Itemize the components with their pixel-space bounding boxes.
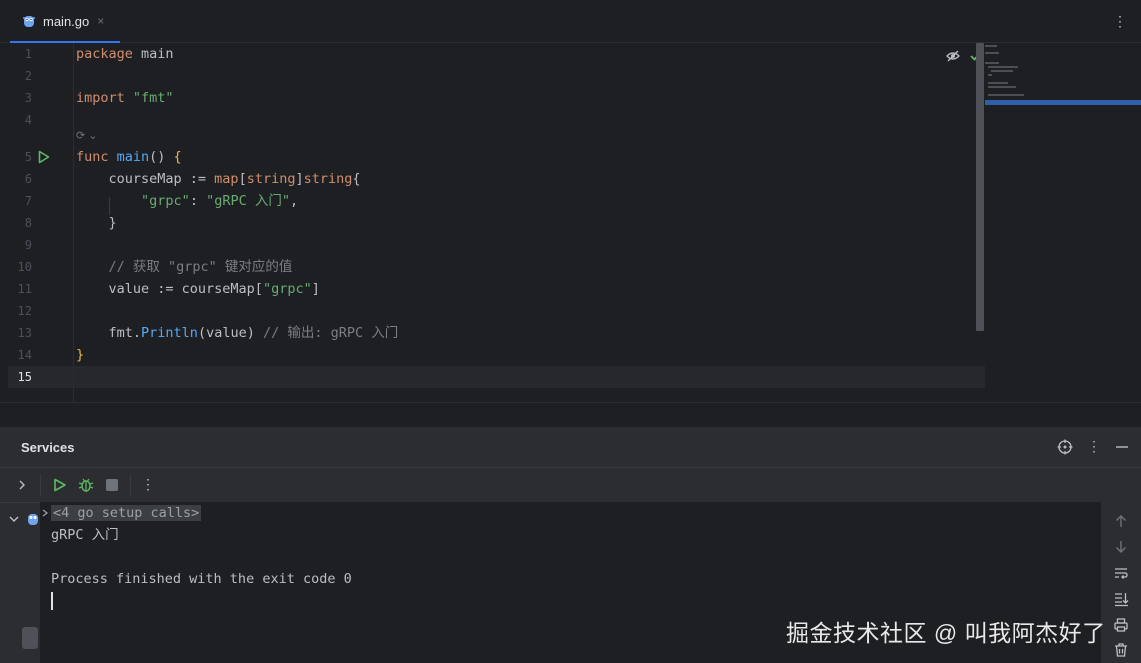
line-number: 6 — [24, 172, 32, 186]
line-number: 1 — [24, 47, 32, 61]
code-line-10: // 获取 "grpc" 键对应的值 — [76, 259, 293, 275]
code-editor[interactable]: 1 2 3 4 5 6 7 8 9 10 11 12 13 14 15 ⟳ ⌄ … — [0, 43, 1141, 402]
code-line-11: value := courseMap["grpc"] — [76, 281, 320, 297]
gopher-icon — [23, 16, 35, 27]
code-vision-hint[interactable]: ⟳ ⌄ — [76, 129, 98, 142]
line-number: 9 — [24, 238, 32, 252]
expand-tree-icon[interactable] — [16, 479, 28, 491]
chevron-down-icon[interactable] — [8, 513, 20, 525]
run-icon[interactable] — [38, 150, 50, 164]
debug-icon[interactable] — [78, 477, 94, 493]
services-tree — [0, 502, 40, 663]
hide-icon[interactable] — [946, 50, 960, 62]
editor-scrollbar[interactable] — [976, 43, 984, 331]
line-number: 11 — [17, 282, 32, 296]
target-icon[interactable] — [1057, 439, 1073, 455]
line-number: 2 — [24, 69, 32, 83]
code-line-1: package main — [76, 46, 174, 62]
line-number: 10 — [17, 260, 32, 274]
minimize-icon[interactable] — [1115, 440, 1129, 454]
arrow-up-icon[interactable] — [1113, 513, 1129, 529]
gopher-icon[interactable] — [27, 512, 39, 526]
line-number: 4 — [24, 113, 32, 127]
folded-region[interactable]: <4 go setup calls> — [51, 505, 202, 521]
close-icon[interactable]: × — [97, 14, 104, 28]
run-icon[interactable] — [53, 478, 67, 492]
scroll-to-end-icon[interactable] — [1113, 591, 1129, 607]
editor-tab-bar: main.go × ⋮ — [0, 0, 1141, 43]
code-line-5: func main() { — [76, 149, 182, 165]
code-line-3: import "fmt" — [76, 90, 174, 106]
fold-arrow-icon[interactable] — [41, 509, 49, 517]
code-line-14: } — [76, 347, 85, 363]
line-number: 14 — [17, 348, 32, 362]
arrow-down-icon[interactable] — [1113, 539, 1129, 555]
current-line-highlight — [8, 366, 985, 388]
services-toolbar: ⋮ — [0, 468, 1141, 503]
minimap[interactable] — [985, 43, 1141, 107]
console-line: gRPC 入门 — [51, 527, 119, 543]
services-header: Services ⋮ — [0, 427, 1141, 468]
stop-icon[interactable] — [106, 479, 118, 491]
code-line-8: } — [76, 215, 117, 231]
console-line: <4 go setup calls> — [51, 502, 202, 524]
line-number: 5 — [24, 150, 32, 164]
panel-title: Services — [21, 440, 75, 455]
watermark: 掘金技术社区 @ 叫我阿杰好了 — [786, 620, 1106, 646]
line-number: 15 — [17, 370, 32, 384]
more-options-icon[interactable]: ⋮ — [141, 476, 155, 493]
line-number: 12 — [17, 304, 32, 318]
soft-wrap-icon[interactable] — [1113, 565, 1129, 581]
more-options-icon[interactable]: ⋮ — [1087, 438, 1101, 455]
line-number: 7 — [24, 194, 32, 208]
console-side-toolbar — [1101, 502, 1141, 663]
line-number: 8 — [24, 216, 32, 230]
line-number: 3 — [24, 91, 32, 105]
tree-scroll-thumb[interactable] — [22, 627, 38, 649]
code-line-6: courseMap := map[string]string{ — [76, 171, 361, 187]
tab-main-go[interactable]: main.go × — [10, 0, 120, 43]
console-line: Process finished with the exit code 0 — [51, 571, 352, 587]
code-line-7: "grpc": "gRPC 入门", — [141, 193, 299, 209]
line-number: 13 — [17, 326, 32, 340]
print-icon[interactable] — [1113, 617, 1129, 633]
text-caret — [51, 592, 53, 610]
tab-label: main.go — [43, 13, 90, 29]
code-line-13: fmt.Println(value) // 输出: gRPC 入门 — [76, 325, 399, 341]
more-options-icon[interactable]: ⋮ — [1113, 13, 1127, 30]
trash-icon[interactable] — [1113, 642, 1129, 658]
panel-splitter[interactable] — [0, 402, 1141, 428]
line-number-gutter: 1 2 3 4 5 6 7 8 9 10 11 12 13 14 15 — [0, 43, 74, 402]
